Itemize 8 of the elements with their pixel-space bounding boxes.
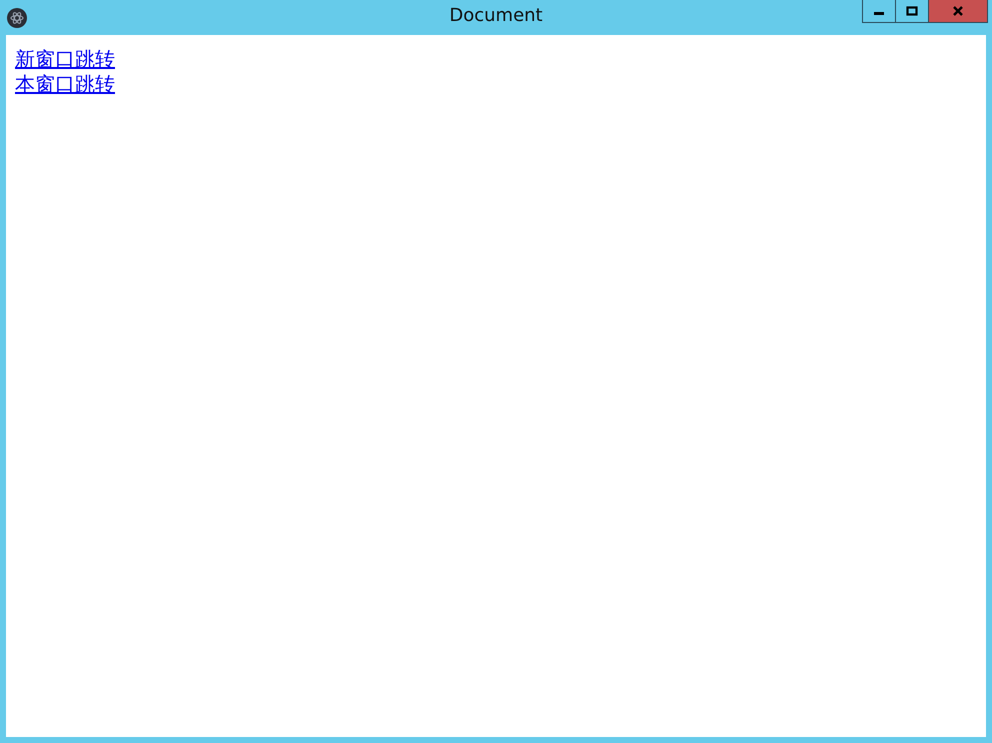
close-button[interactable] [928,0,988,23]
text-link[interactable]: 新窗口跳转 [15,47,115,72]
text-link[interactable]: 本窗口跳转 [15,72,115,97]
close-icon [952,6,964,16]
window-title: Document [449,5,543,26]
minimize-button[interactable] [862,0,896,23]
app-icon [7,8,27,28]
maximize-icon [906,6,918,16]
